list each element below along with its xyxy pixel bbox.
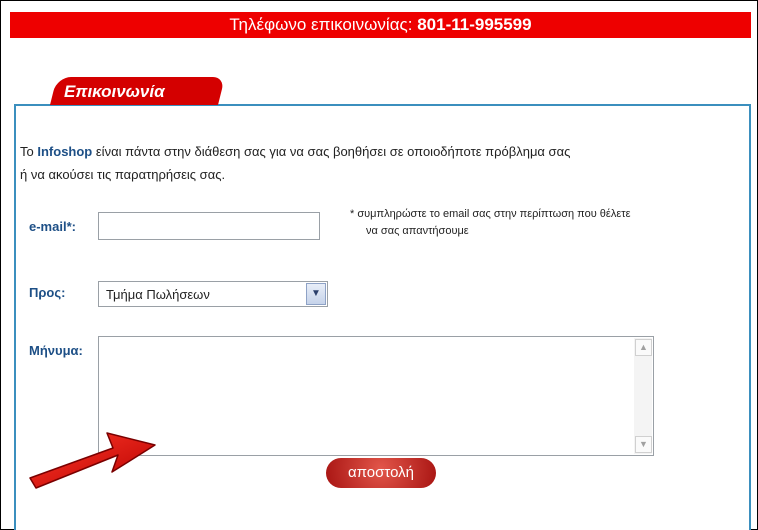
- email-note: * συμπληρώστε το email σας στην περίπτωσ…: [350, 206, 720, 240]
- scroll-down-icon[interactable]: ▼: [635, 436, 652, 453]
- email-note-line2: να σας απαντήσουμε: [366, 225, 469, 237]
- phone-label: Τηλέφωνο επικοινωνίας:: [229, 15, 413, 34]
- chevron-down-icon[interactable]: ▼: [306, 283, 326, 305]
- submit-button[interactable]: αποστολή: [326, 458, 436, 488]
- scroll-up-icon[interactable]: ▲: [635, 339, 652, 356]
- phone-number: 801-11-995599: [417, 15, 532, 34]
- red-arrow-icon: [29, 432, 156, 489]
- email-note-line1: * συμπληρώστε το email σας στην περίπτωσ…: [350, 208, 631, 220]
- message-scrollbar[interactable]: ▲ ▼: [634, 338, 652, 454]
